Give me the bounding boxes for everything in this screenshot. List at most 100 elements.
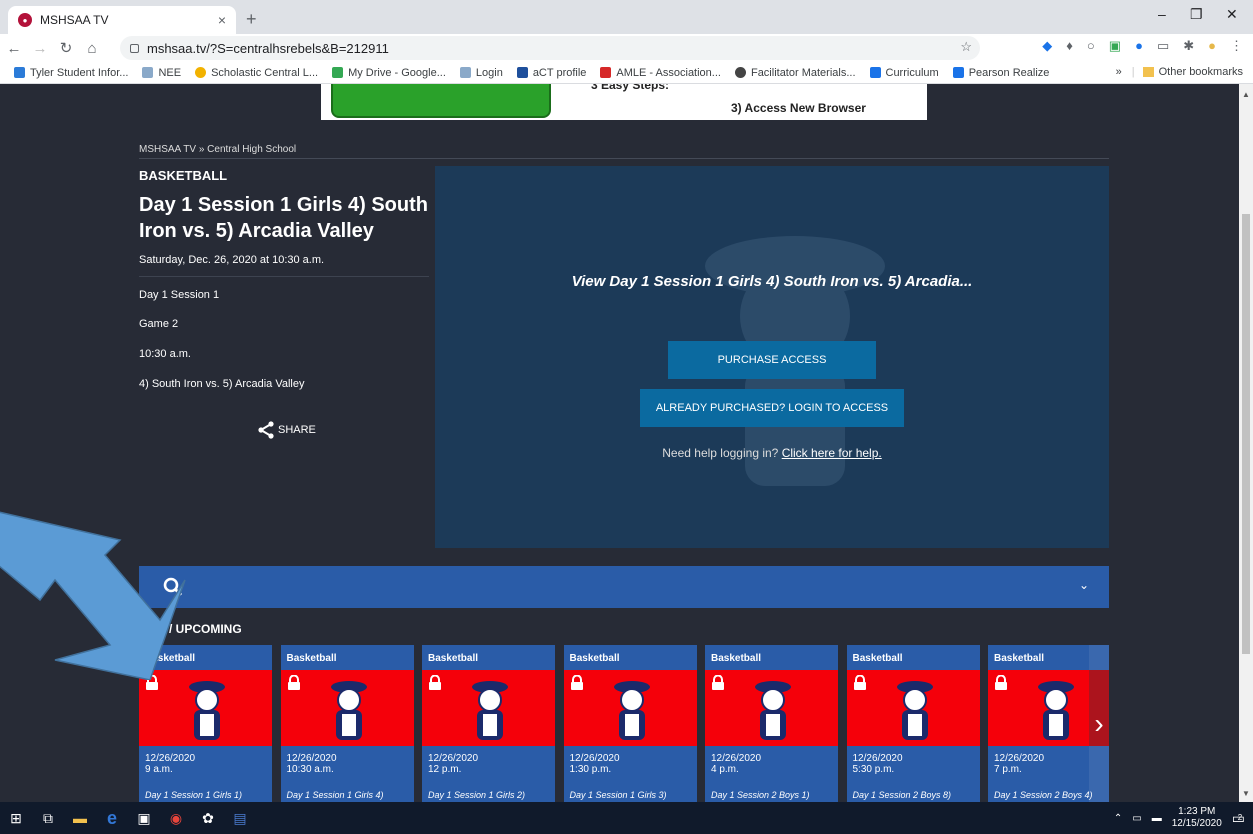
edge-icon[interactable]: e	[96, 802, 128, 834]
card-sport: Basketball	[428, 653, 479, 664]
bookmark-item[interactable]: Facilitator Materials...	[734, 66, 856, 79]
word-icon[interactable]: ▤	[224, 802, 256, 834]
menu-icon[interactable]: ⋮	[1230, 38, 1243, 54]
puzzle-icon[interactable]: ✱	[1183, 38, 1194, 54]
url-text: mshsaa.tv/?S=centralhsrebels&B=212911	[147, 40, 389, 56]
card-datetime: 12/26/2020 5:30 p.m.	[853, 753, 903, 775]
lightbulb-icon[interactable]: ♦	[1066, 38, 1073, 54]
ad-banner[interactable]: 3 Easy Steps: 3) Access New Browser	[321, 84, 927, 120]
bookmarks-overflow-button[interactable]: »	[1116, 66, 1122, 78]
video-player[interactable]: View Day 1 Session 1 Girls 4) South Iron…	[435, 166, 1109, 548]
tab-close-icon[interactable]: ×	[218, 12, 226, 28]
share-button[interactable]: SHARE	[257, 421, 316, 439]
bookmark-item[interactable]: Pearson Realize	[952, 67, 1049, 79]
browser-toolbar: ← → ↻ ⌂ mshsaa.tv/?S=centralhsrebels&B=2…	[0, 34, 1253, 62]
browser-tab-strip: ● MSHSAA TV × + – ❐ ✕	[0, 0, 1253, 34]
bookmark-item[interactable]: NEE	[142, 67, 181, 79]
event-card[interactable]: Basketball 12/26/2020 1:30 p.m. Day 1 Sessi…	[563, 645, 697, 802]
card-datetime: 12/26/2020 1:30 p.m.	[570, 753, 620, 775]
notifications-icon[interactable]: ▭ 2	[1232, 810, 1245, 827]
settings-icon[interactable]: ✿	[192, 802, 224, 834]
new-tab-button[interactable]: +	[246, 9, 257, 30]
back-icon[interactable]: ←	[2, 40, 26, 57]
bookmark-star-icon[interactable]: ☆	[960, 39, 972, 55]
purchase-access-button[interactable]: PURCHASE ACCESS	[668, 341, 876, 379]
bookmark-item[interactable]: aCT profile	[516, 66, 587, 79]
bookmark-label: Login	[475, 66, 503, 79]
card-thumbnail	[563, 670, 697, 746]
rebel-mascot-icon	[1033, 678, 1079, 747]
home-icon[interactable]: ⌂	[80, 40, 104, 57]
scroll-up-icon[interactable]: ▲	[1242, 90, 1250, 99]
page-scrollbar[interactable]: ▲ ▼	[1239, 84, 1253, 802]
clock[interactable]: 1:23 PM 12/15/2020	[1172, 806, 1222, 830]
cast-icon[interactable]: ▭	[1157, 38, 1169, 54]
card-title: Day 1 Session 2 Boys 8)	[852, 790, 952, 800]
bookmark-item[interactable]: Scholastic Central L...	[195, 67, 318, 79]
help-text: Need help logging in?	[662, 446, 779, 460]
circle-extension-icon[interactable]: ○	[1087, 38, 1095, 54]
other-bookmarks[interactable]: Other bookmarks	[1159, 66, 1243, 78]
bookmark-icon	[14, 67, 25, 78]
bookmark-icon	[142, 67, 154, 78]
act-icon	[516, 67, 528, 78]
card-thumbnail	[705, 670, 838, 746]
forward-icon[interactable]: →	[28, 40, 52, 57]
rebel-mascot-icon	[750, 678, 796, 747]
card-title: Day 1 Session 1 Girls 3)	[569, 790, 667, 800]
tray-chevron-up-icon[interactable]: ⌃	[1114, 813, 1122, 824]
help-link[interactable]: Click here for help.	[782, 446, 882, 460]
task-view-icon[interactable]: ⧉	[32, 802, 64, 834]
minimize-button[interactable]: –	[1158, 6, 1166, 22]
bookmark-item[interactable]: My Drive - Google...	[332, 67, 446, 79]
lock-icon	[712, 675, 724, 690]
card-thumbnail	[846, 670, 980, 746]
login-to-access-button[interactable]: ALREADY PURCHASED? LOGIN TO ACCESS	[640, 389, 904, 427]
event-card[interactable]: Basketball 12/26/2020 12 p.m. Day 1 Session…	[422, 645, 555, 802]
profile-avatar-icon[interactable]: ●	[1208, 38, 1216, 54]
divider	[139, 276, 429, 277]
ad-start-button[interactable]	[331, 84, 551, 118]
restore-button[interactable]: ❐	[1190, 6, 1203, 23]
scroll-down-icon[interactable]: ▼	[1242, 789, 1250, 798]
display-icon[interactable]: ▭	[1132, 813, 1141, 824]
bookmark-item[interactable]: Curriculum	[869, 67, 939, 79]
search-bar[interactable]: ⌄	[139, 566, 1109, 608]
clock-date: 12/15/2020	[1171, 818, 1222, 829]
battery-icon[interactable]: ▬	[1152, 813, 1162, 824]
store-icon[interactable]: ▣	[128, 802, 160, 834]
event-game: Game 2	[139, 318, 179, 330]
lock-icon	[429, 675, 441, 690]
close-window-button[interactable]: ✕	[1226, 6, 1238, 23]
card-title: Day 1 Session 1 Girls 1)	[145, 790, 243, 800]
carousel-next-icon[interactable]: ›	[1089, 645, 1109, 802]
scrollbar-thumb[interactable]	[1242, 214, 1250, 654]
event-card[interactable]: Basketball 12/26/2020 10:30 a.m. Day 1 Sess…	[280, 645, 414, 802]
breadcrumb[interactable]: MSHSAA TV » Central High School	[139, 144, 296, 155]
card-thumbnail	[139, 670, 272, 746]
notification-count: 2	[1237, 812, 1243, 822]
card-date: 12/26/2020	[286, 753, 337, 764]
green-extension-icon[interactable]: ▣	[1109, 38, 1121, 54]
bookmark-label: aCT profile	[532, 66, 587, 79]
reload-icon[interactable]: ↻	[54, 39, 78, 57]
event-card[interactable]: Basketball 12/26/2020 5:30 p.m. Day 1 Sessi…	[846, 645, 980, 802]
address-bar[interactable]: mshsaa.tv/?S=centralhsrebels&B=212911 ☆	[120, 36, 980, 60]
card-sport: Basketball	[711, 653, 762, 664]
extension-icon[interactable]: ◆	[1042, 38, 1052, 54]
bookmark-item[interactable]: Tyler Student Infor...	[14, 67, 128, 79]
card-date: 12/26/2020	[145, 753, 196, 764]
bookmark-label: Facilitator Materials...	[750, 66, 856, 79]
card-title: Day 1 Session 2 Boys 4)	[994, 790, 1093, 800]
blue-extension-icon[interactable]: ●	[1135, 38, 1143, 54]
rebel-mascot-icon	[467, 678, 513, 747]
file-explorer-icon[interactable]: ▬	[64, 802, 96, 834]
browser-tab[interactable]: ● MSHSAA TV ×	[8, 6, 236, 34]
chevron-down-icon[interactable]: ⌄	[1079, 578, 1089, 592]
bookmark-item[interactable]: AMLE - Association...	[600, 67, 721, 79]
windows-start-icon[interactable]: ⊞	[0, 802, 32, 834]
event-card[interactable]: Basketball 12/26/2020 4 p.m. Day 1 Session …	[705, 645, 838, 802]
lock-icon	[287, 675, 300, 690]
bookmark-item[interactable]: Login	[459, 66, 503, 79]
chrome-icon[interactable]: ◉	[160, 802, 192, 834]
